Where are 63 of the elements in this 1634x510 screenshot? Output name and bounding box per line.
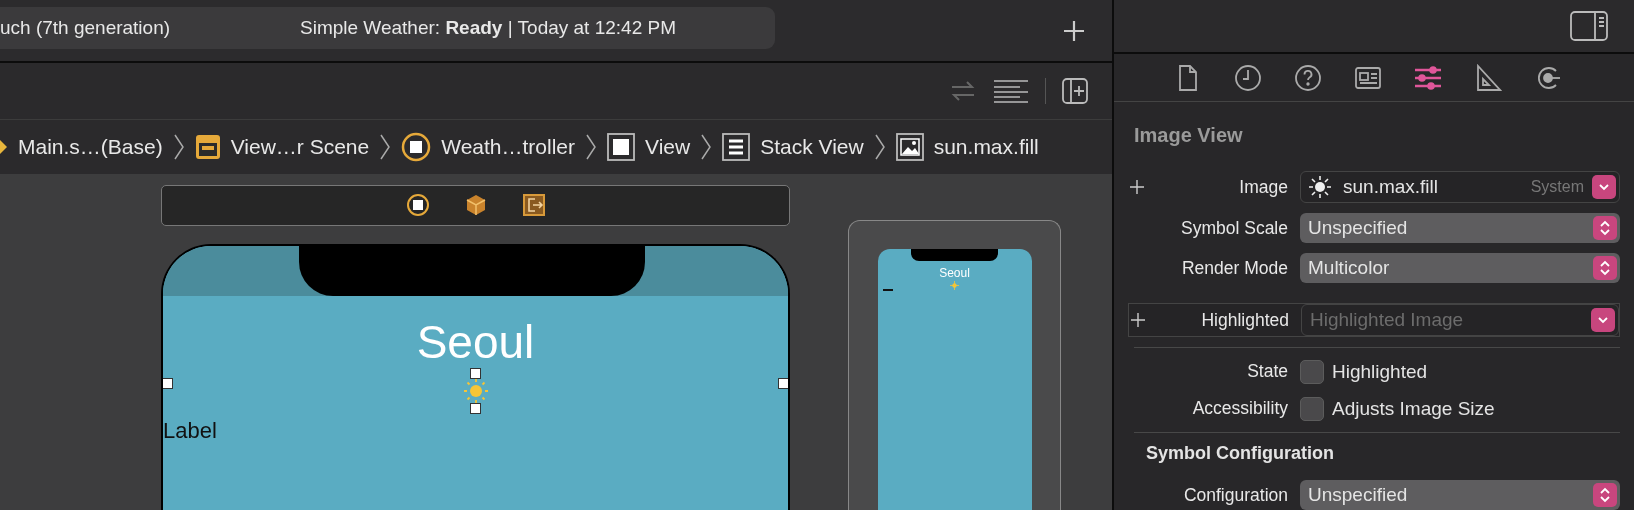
checkbox[interactable] xyxy=(1300,396,1324,421)
section-title: Symbol Configuration xyxy=(1146,443,1335,464)
resize-handle[interactable] xyxy=(163,377,173,389)
image-combo-box[interactable]: sun.max.fill System xyxy=(1300,171,1620,203)
caret-icon[interactable] xyxy=(1592,175,1616,199)
checkbox-label: Highlighted xyxy=(1332,360,1428,383)
breadcrumb-item[interactable]: Main.s…(Base) xyxy=(0,135,163,159)
stepper-icon[interactable] xyxy=(1593,256,1617,280)
build-status: Simple Weather: Ready | Today at 12:42 PM xyxy=(300,16,676,39)
popup-button[interactable]: Multicolor xyxy=(1300,253,1620,283)
breadcrumb-item[interactable]: Stack View xyxy=(722,133,864,161)
placeholder-label: Label xyxy=(163,417,217,444)
add-icon[interactable] xyxy=(1062,18,1086,43)
chevron-icon xyxy=(874,134,885,160)
controller-icon xyxy=(401,132,432,162)
stack-view-icon xyxy=(722,133,751,161)
lines-icon[interactable] xyxy=(993,79,1029,103)
scene-icon xyxy=(194,134,221,160)
resize-handle[interactable] xyxy=(470,402,481,414)
preview-title: Seoul xyxy=(939,266,970,280)
exit-icon[interactable] xyxy=(521,193,546,218)
popup-button[interactable]: Unspecified xyxy=(1300,213,1620,243)
sun-icon xyxy=(462,377,489,404)
stepper-icon[interactable] xyxy=(1593,483,1617,507)
image-icon xyxy=(895,133,924,161)
city-title: Seoul xyxy=(415,315,536,368)
property-label: State xyxy=(1246,361,1289,382)
chevron-icon xyxy=(701,134,712,160)
chevron-icon xyxy=(586,134,597,160)
chevron-icon xyxy=(173,134,184,160)
sun-icon xyxy=(1309,176,1331,198)
add-editor-icon[interactable] xyxy=(1062,78,1088,104)
property-label: Highlighted xyxy=(1200,309,1290,331)
property-label: Symbol Scale xyxy=(1180,217,1289,239)
breadcrumb-item[interactable]: Weath…troller xyxy=(401,132,576,162)
property-label: Render Mode xyxy=(1180,257,1289,279)
property-label: Configuration xyxy=(1182,484,1289,506)
breadcrumb-item[interactable]: sun.max.fill xyxy=(895,133,1039,161)
resize-handle[interactable] xyxy=(778,377,788,389)
resize-handle[interactable] xyxy=(470,367,481,379)
property-label: Accessibility xyxy=(1191,398,1289,419)
size-inspector-tab[interactable] xyxy=(1474,63,1502,92)
caret-icon[interactable] xyxy=(1591,308,1615,332)
inspector-toggle-icon[interactable] xyxy=(1570,11,1608,42)
add-variation-icon[interactable] xyxy=(1130,180,1144,194)
stepper-icon[interactable] xyxy=(1593,216,1617,240)
device-name: uch (7th generation) xyxy=(0,16,172,39)
view-icon xyxy=(607,133,636,161)
help-inspector-tab[interactable] xyxy=(1294,63,1322,92)
history-inspector-tab[interactable] xyxy=(1234,63,1262,92)
add-variation-icon[interactable] xyxy=(1131,313,1145,327)
preview-label-mark xyxy=(882,289,893,291)
property-label: Image xyxy=(1238,176,1289,198)
checkbox-label: Adjusts Image Size xyxy=(1332,397,1495,420)
chevron-icon xyxy=(380,134,391,160)
breadcrumb-item[interactable]: View xyxy=(607,133,691,161)
attributes-inspector-tab[interactable] xyxy=(1414,63,1442,92)
popup-button[interactable]: Unspecified xyxy=(1300,480,1620,510)
section-title: Image View xyxy=(1134,124,1244,147)
sun-icon xyxy=(950,281,959,290)
controller-icon[interactable] xyxy=(405,193,430,218)
checkbox[interactable] xyxy=(1300,359,1324,384)
breadcrumb-item[interactable]: View…r Scene xyxy=(194,134,370,160)
